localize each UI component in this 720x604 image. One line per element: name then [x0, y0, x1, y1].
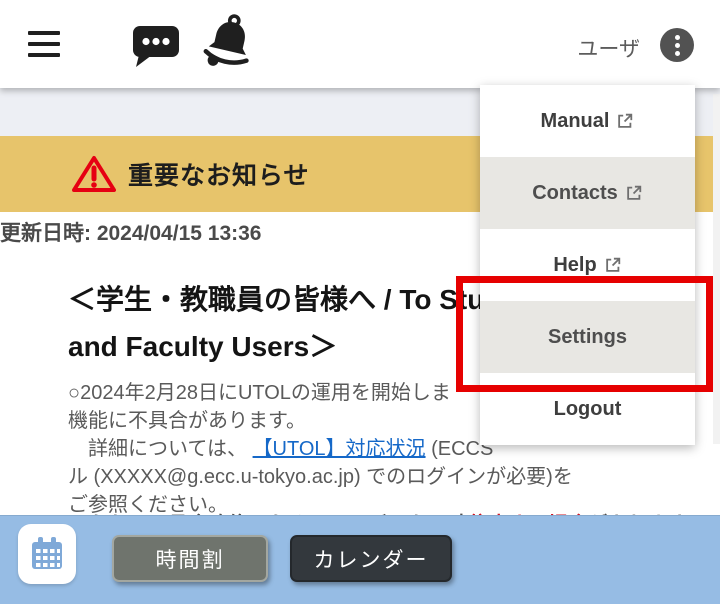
app-screen: 重要なお知らせ 更新日時: 2024/04/15 13:36 ＜学生・教職員の皆…	[0, 0, 720, 604]
body-line-4: ル (XXXXX@g.ecc.u-tokyo.ac.jp) でのログインが必要)…	[68, 466, 573, 488]
external-link-icon	[605, 257, 620, 272]
menu-item-contacts[interactable]: Contacts	[480, 157, 695, 229]
notification-bell-icon[interactable]	[200, 12, 260, 70]
bottom-toolbar: 時間割 カレンダー	[0, 515, 720, 604]
menu-item-contacts-label: Contacts	[532, 181, 618, 204]
warning-icon	[72, 156, 116, 192]
timetable-button[interactable]: 時間割	[112, 535, 268, 582]
external-link-icon	[618, 113, 633, 128]
menu-item-manual[interactable]: Manual	[480, 85, 695, 157]
user-label: ユーザ	[577, 38, 640, 61]
calendar-icon	[32, 537, 62, 569]
chat-bubble-icon[interactable]	[130, 24, 182, 68]
body-line-3-text: 詳細については、	[68, 438, 253, 460]
scrollbar-track[interactable]	[713, 94, 720, 444]
updated-timestamp: 更新日時: 2024/04/15 13:36	[0, 222, 262, 245]
notice-banner-title: 重要なお知らせ	[128, 162, 310, 190]
external-link-icon	[627, 185, 641, 200]
hamburger-menu-icon[interactable]	[28, 31, 60, 57]
kebab-menu-button[interactable]	[660, 28, 694, 62]
settings-highlight-box	[456, 276, 713, 392]
calendar-tile-button[interactable]	[18, 524, 76, 584]
top-app-bar: ユーザ	[0, 0, 720, 88]
menu-item-help-label: Help	[553, 253, 597, 276]
utol-status-link[interactable]: 【UTOL】対応状況	[253, 438, 426, 460]
menu-item-manual-label: Manual	[540, 109, 610, 132]
calendar-button[interactable]: カレンダー	[290, 535, 452, 582]
menu-item-logout-label: Logout	[553, 397, 622, 420]
